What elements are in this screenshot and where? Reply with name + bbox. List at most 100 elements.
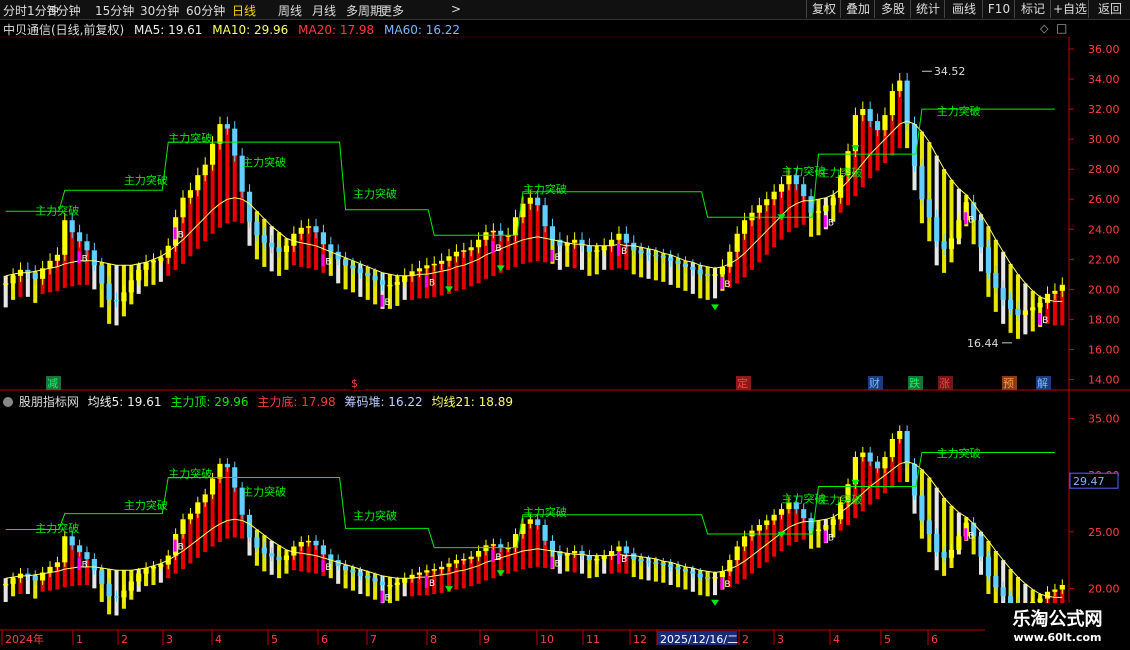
ind-b-bar-9 bbox=[823, 530, 827, 543]
main-candle-29 bbox=[217, 124, 223, 144]
ind-signal-0: 主力突破 bbox=[35, 521, 79, 535]
toolbar-button-2[interactable]: 多股 bbox=[874, 0, 911, 18]
time-label-15: 3 bbox=[777, 633, 784, 646]
main-candle-140 bbox=[1037, 302, 1043, 308]
toolbar-button-3[interactable]: 统计 bbox=[910, 0, 945, 18]
period-tab-2[interactable]: 5分钟 bbox=[49, 2, 81, 19]
main-candle-117 bbox=[867, 109, 873, 122]
ind-candle-70 bbox=[520, 523, 526, 535]
main-signal-6: 主力突破 bbox=[782, 164, 826, 178]
period-tab-3[interactable]: 15分钟 bbox=[95, 2, 134, 19]
ind-candle-44 bbox=[328, 554, 334, 561]
more-arrow-icon[interactable]: > bbox=[451, 2, 461, 16]
main-b-label-8: B bbox=[724, 280, 730, 290]
current-value-label: 29.47 bbox=[1073, 475, 1105, 488]
diamond-icon[interactable]: ◇ bbox=[1040, 22, 1048, 35]
toolbar-button-6[interactable]: 标记 bbox=[1014, 0, 1051, 18]
main-ytick-10: 34.00 bbox=[1088, 73, 1120, 86]
ind-candle-24 bbox=[180, 519, 186, 535]
ind-candle-80 bbox=[594, 558, 600, 561]
main-candle-64 bbox=[475, 239, 482, 248]
ind-candle-18 bbox=[136, 573, 142, 582]
ind-b-bar-3 bbox=[380, 590, 384, 603]
ind-b-label-5: B bbox=[495, 553, 501, 563]
ind-candle-65 bbox=[483, 545, 489, 552]
ind-candle-20 bbox=[150, 566, 157, 569]
ind-candle-84 bbox=[623, 546, 629, 554]
ind-candle-37 bbox=[276, 556, 282, 561]
toolbar-button-4[interactable]: 画线 bbox=[944, 0, 983, 18]
main-candle-85 bbox=[631, 242, 637, 251]
ind-candle-52 bbox=[387, 584, 393, 587]
main-candle-37 bbox=[276, 247, 282, 252]
event-box-3 bbox=[868, 376, 883, 390]
ind-b-label-2: B bbox=[325, 563, 331, 573]
ind-candle-46 bbox=[342, 565, 349, 571]
main-candle-143 bbox=[1059, 284, 1065, 291]
ind-candle-143 bbox=[1059, 584, 1065, 590]
time-label-4: 4 bbox=[215, 633, 222, 646]
period-tab-8[interactable]: 月线 bbox=[312, 2, 336, 19]
watermark-url: www.60lt.com bbox=[1013, 631, 1102, 644]
ind-candle-114 bbox=[845, 484, 851, 503]
period-tab-6[interactable]: 日线 bbox=[232, 2, 256, 19]
ind-candle-109 bbox=[808, 518, 814, 531]
indicator-name: 股朋指标网 bbox=[18, 395, 79, 409]
event-box-4 bbox=[908, 376, 923, 390]
main-b-bar-8 bbox=[720, 276, 724, 289]
ind-candle-95 bbox=[705, 577, 711, 579]
main-resistance-line bbox=[5, 108, 1055, 236]
toolbar-button-1[interactable]: 叠加 bbox=[840, 0, 875, 18]
period-tab-0[interactable]: 分时 bbox=[3, 2, 27, 19]
period-tab-10[interactable]: 更多 bbox=[380, 2, 404, 19]
ind-candle-97 bbox=[719, 571, 726, 578]
ind-candle-92 bbox=[682, 569, 689, 572]
ind-candle-77 bbox=[572, 551, 578, 554]
main-down-arrow-0 bbox=[445, 286, 454, 293]
main-down-arrow-3 bbox=[777, 214, 786, 221]
main-down-arrow-2 bbox=[711, 304, 720, 311]
main-b-label-10: B bbox=[968, 215, 974, 225]
main-candle-95 bbox=[705, 274, 711, 276]
gear-icon[interactable] bbox=[3, 397, 13, 407]
time-label-16: 4 bbox=[833, 633, 840, 646]
event-box-6 bbox=[1002, 376, 1017, 390]
main-candle-4 bbox=[32, 272, 38, 279]
toolbar-button-8[interactable]: 返回 bbox=[1088, 0, 1130, 18]
ind-candle-61 bbox=[453, 560, 460, 564]
ind-candle-86 bbox=[638, 558, 644, 562]
ind-candle-23 bbox=[173, 534, 179, 556]
ind-resistance-line bbox=[5, 452, 1055, 549]
main-b-label-11: B bbox=[1042, 316, 1048, 326]
ind-candle-108 bbox=[801, 509, 807, 519]
time-label-2: 2 bbox=[121, 633, 128, 646]
kline-chart[interactable]: 14.00 16.00 18.00 20.00 22.00 24.00 26.00 28.00… bbox=[0, 0, 1130, 650]
square-icon[interactable]: □ bbox=[1056, 21, 1067, 35]
period-tab-9[interactable]: 多周期 bbox=[346, 2, 382, 19]
period-tab-7[interactable]: 周线 bbox=[278, 2, 302, 19]
main-candle-77 bbox=[572, 239, 578, 243]
ind-candle-81 bbox=[601, 555, 607, 559]
main-candle-110 bbox=[815, 211, 822, 213]
main-candle-89 bbox=[660, 256, 666, 258]
watermark-title: 乐淘公式网 bbox=[1012, 609, 1103, 630]
main-down-arrow-4 bbox=[851, 145, 860, 152]
period-tab-5[interactable]: 60分钟 bbox=[186, 2, 225, 19]
toolbar-button-7[interactable]: +自选 bbox=[1050, 0, 1089, 18]
main-candle-90 bbox=[668, 257, 674, 261]
ma5-value: MA5: 19.61 bbox=[134, 23, 203, 37]
period-tab-4[interactable]: 30分钟 bbox=[140, 2, 179, 19]
time-label-8: 8 bbox=[430, 633, 437, 646]
main-ytick-1: 16.00 bbox=[1088, 343, 1120, 356]
ind-candle-7 bbox=[54, 562, 61, 567]
main-candle-41 bbox=[306, 226, 312, 228]
ind-candle-29 bbox=[217, 463, 223, 479]
event-box-1 bbox=[350, 376, 365, 390]
main-candle-104 bbox=[771, 191, 777, 200]
toolbar-button-5[interactable]: F10 bbox=[982, 0, 1015, 18]
main-candle-127 bbox=[941, 241, 947, 249]
ind-candle-62 bbox=[461, 558, 467, 561]
toolbar-button-0[interactable]: 复权 bbox=[806, 0, 841, 18]
main-candle-123 bbox=[911, 124, 918, 167]
main-candle-16 bbox=[121, 292, 127, 302]
